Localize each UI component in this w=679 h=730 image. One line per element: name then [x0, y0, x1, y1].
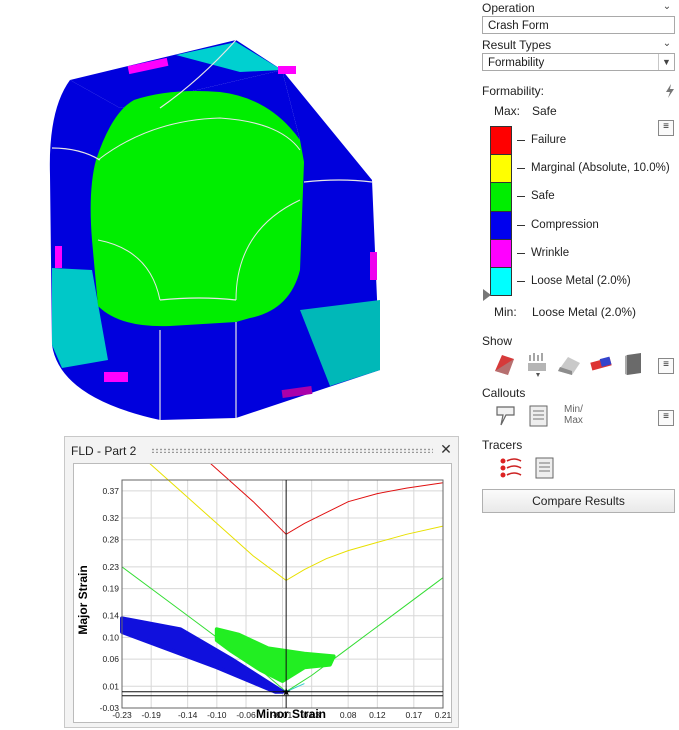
compare-results-button[interactable]: Compare Results — [482, 489, 675, 513]
operation-label: Operation — [482, 1, 535, 15]
x-tick-label: 0.21 — [435, 710, 451, 720]
y-tick-label: 0.19 — [102, 584, 119, 594]
legend-label: Safe — [531, 190, 555, 203]
max-value: Safe — [532, 104, 557, 118]
wrinkle-spot — [370, 252, 377, 280]
legend-tick — [517, 168, 525, 170]
legend-tick — [517, 224, 525, 226]
fld-panel-header[interactable]: FLD - Part 2 ✕ — [65, 437, 458, 463]
legend-color-marginal[interactable] — [490, 154, 512, 184]
y-tick-label: 0.10 — [102, 632, 119, 642]
show-reference-icon[interactable] — [588, 351, 614, 377]
x-tick-label: 0.08 — [340, 710, 357, 720]
legend-label: Loose Metal (2.0%) — [531, 275, 631, 287]
min-value: Loose Metal (2.0%) — [532, 305, 637, 319]
legend-pointer-icon — [483, 289, 491, 301]
chevron-double-down-icon[interactable]: ⌄⌄ — [661, 39, 673, 59]
tracer-icon[interactable] — [498, 455, 524, 481]
fld-chart: ★ -0.23 -0.19 -0.14 -0.10 -0.06 -0.01 0.03 0.08… — [76, 381, 452, 721]
legend-label: Wrinkle — [531, 246, 570, 259]
y-tick-label: 0.32 — [102, 513, 119, 523]
legend-color-wrinkle[interactable] — [490, 238, 512, 268]
show-tool-icon[interactable] — [556, 351, 582, 377]
safe-region — [90, 91, 305, 327]
legend-tick — [517, 252, 525, 254]
legend-tick — [517, 281, 525, 282]
graphics-viewport[interactable]: FLD - Part 2 ✕ ★ -0.23 -0.19 -0.14 -0.10 -0.… — [0, 0, 472, 730]
min-max-text-2: Max — [564, 415, 583, 426]
lightning-icon[interactable] — [664, 84, 676, 98]
result-types-label: Result Types — [482, 38, 552, 52]
fld-chart-area[interactable]: ★ -0.23 -0.19 -0.14 -0.10 -0.06 -0.01 0.03 0.08… — [73, 381, 452, 723]
callout-icon[interactable] — [494, 403, 520, 429]
min-label: Min: — [494, 305, 517, 319]
callout-table-icon[interactable] — [526, 403, 552, 429]
min-max-text-1: Min/ — [564, 404, 583, 415]
show-part-icon[interactable] — [492, 351, 518, 377]
legend-tick — [517, 140, 525, 141]
legend-color-failure[interactable] — [490, 126, 512, 156]
min-max-callout-button[interactable]: Min/Max — [564, 404, 583, 426]
result-types-value: Formability — [488, 57, 545, 69]
wrinkle-spot — [104, 372, 128, 382]
y-tick-label: 0.06 — [102, 654, 119, 664]
legend-color-loose[interactable] — [490, 267, 512, 297]
legend-label: Marginal (Absolute, 10.0%) — [531, 162, 670, 175]
max-label: Max: — [494, 104, 521, 118]
show-surface-icon[interactable] — [620, 351, 646, 377]
operation-field[interactable]: Crash Form — [482, 16, 675, 34]
chart-points — [120, 616, 336, 694]
fld-panel-drag-handle[interactable] — [151, 448, 433, 453]
chevron-double-down-icon[interactable]: ⌄⌄ — [661, 2, 673, 22]
y-tick-label: -0.03 — [100, 703, 120, 713]
wrinkle-spot — [278, 66, 296, 74]
legend-menu-button[interactable]: ≡ — [658, 120, 674, 136]
callouts-menu-button[interactable]: ≡ — [658, 410, 674, 426]
tracer-table-icon[interactable] — [532, 455, 558, 481]
legend-label: Compression — [531, 218, 599, 231]
y-tick-label: 0.37 — [102, 486, 119, 496]
origin-marker: ★ — [281, 686, 291, 699]
result-types-select[interactable]: Formability ▼ — [482, 53, 675, 71]
y-tick-label: 0.28 — [102, 535, 119, 545]
part-3d-model[interactable] — [0, 0, 472, 430]
x-tick-label: -0.10 — [207, 710, 227, 720]
x-tick-label: -0.06 — [236, 710, 256, 720]
y-tick-label: 0.01 — [102, 681, 119, 691]
y-axis-label: Major Strain — [76, 565, 90, 634]
legend-color-compression[interactable] — [490, 210, 512, 240]
fld-panel[interactable]: FLD - Part 2 ✕ ★ -0.23 -0.19 -0.14 -0.10 -0.… — [64, 381, 459, 728]
wrinkle-spot — [55, 246, 62, 268]
chevron-down-icon[interactable]: ▼ — [658, 54, 674, 70]
legend-tick — [517, 196, 525, 198]
y-tick-label: 0.23 — [102, 562, 119, 572]
legend-color-safe[interactable] — [490, 182, 512, 212]
show-label: Show — [482, 334, 513, 348]
close-icon[interactable]: ✕ — [438, 441, 454, 457]
results-side-panel: Operation ⌄⌄ Crash Form Result Types ⌄⌄ … — [472, 0, 679, 730]
show-blank-icon[interactable] — [524, 351, 550, 377]
tracers-label: Tracers — [482, 438, 523, 452]
fld-panel-title: FLD - Part 2 — [71, 444, 137, 458]
show-menu-button[interactable]: ≡ — [658, 358, 674, 374]
x-tick-label: -0.19 — [141, 710, 161, 720]
legend-label: Failure — [531, 134, 567, 146]
x-tick-label: 0.12 — [369, 710, 386, 720]
formability-label: Formability: — [482, 84, 545, 98]
callouts-label: Callouts — [482, 386, 526, 400]
x-tick-label: -0.14 — [178, 710, 198, 720]
y-tick-label: 0.14 — [102, 611, 119, 621]
x-axis-label: Minor Strain — [256, 707, 326, 721]
x-tick-label: 0.17 — [406, 710, 423, 720]
